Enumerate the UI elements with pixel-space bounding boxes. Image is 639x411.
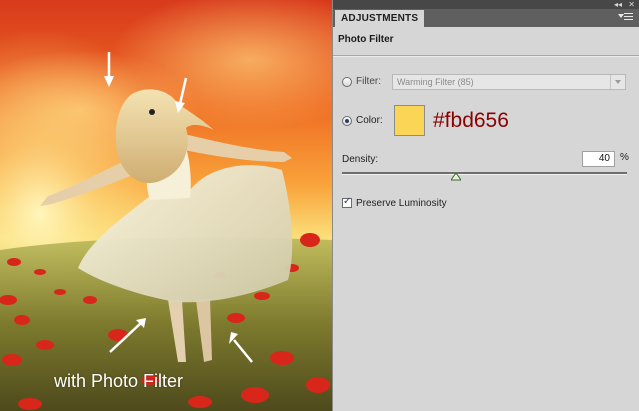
photo-canvas: with Photo Filter bbox=[0, 0, 332, 411]
color-label: Color: bbox=[356, 115, 383, 126]
photo-illustration bbox=[0, 0, 332, 411]
adjustments-panel: ◂◂ ✕ ADJUSTMENTS Photo Filter Filter: Wa… bbox=[332, 0, 639, 411]
dropdown-arrow-icon[interactable] bbox=[610, 75, 625, 89]
title-divider bbox=[333, 55, 639, 57]
tab-adjustments[interactable]: ADJUSTMENTS bbox=[335, 10, 425, 27]
density-unit: % bbox=[620, 152, 629, 163]
filter-select-value: Warming Filter (85) bbox=[397, 77, 474, 87]
collapse-icon[interactable]: ◂◂ bbox=[614, 0, 622, 9]
preserve-luminosity-label: Preserve Luminosity bbox=[356, 198, 447, 209]
filter-select[interactable]: Warming Filter (85) bbox=[392, 74, 626, 90]
density-slider[interactable] bbox=[342, 172, 627, 175]
color-hex-annotation: #fbd656 bbox=[433, 109, 509, 132]
slider-thumb-icon[interactable] bbox=[451, 173, 461, 181]
panel-title: Photo Filter bbox=[338, 34, 394, 45]
preserve-luminosity-checkbox[interactable]: ✓ bbox=[342, 196, 352, 208]
filter-radio[interactable] bbox=[342, 77, 352, 87]
density-label: Density: bbox=[342, 154, 379, 165]
panel-tab-bar: ADJUSTMENTS bbox=[333, 9, 639, 27]
filter-label: Filter: bbox=[356, 76, 381, 87]
density-input[interactable]: 40 bbox=[582, 151, 615, 167]
close-icon[interactable]: ✕ bbox=[628, 0, 635, 9]
photo-caption: with Photo Filter bbox=[54, 371, 184, 391]
checkmark-icon: ✓ bbox=[343, 196, 352, 207]
color-swatch[interactable] bbox=[394, 105, 425, 136]
panel-top-bar: ◂◂ ✕ bbox=[333, 0, 639, 9]
color-radio[interactable] bbox=[342, 116, 352, 126]
panel-menu-icon[interactable] bbox=[618, 11, 634, 25]
